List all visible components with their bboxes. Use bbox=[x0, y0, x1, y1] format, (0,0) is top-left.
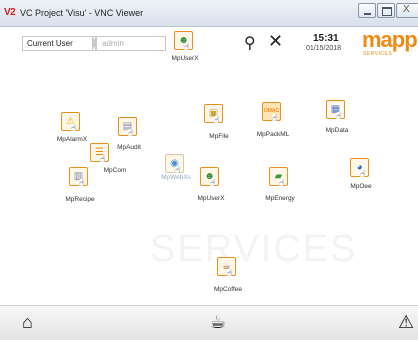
pointer-hand-icon: ☝ bbox=[128, 128, 134, 138]
tile-label: MpRecipe bbox=[65, 196, 95, 203]
tools-icon[interactable]: ✕ bbox=[268, 31, 283, 52]
close-button[interactable]: X bbox=[396, 3, 418, 18]
window-title-bar[interactable]: V2 VC Project 'Visu' - VNC Viewer X bbox=[0, 0, 418, 27]
tile-mpoee[interactable]: ◕ ☝ MpOee bbox=[326, 158, 396, 198]
pointer-hand-icon: ☝ bbox=[272, 113, 278, 123]
search-icon[interactable]: ⚲ bbox=[244, 33, 256, 53]
mapp-logo-subtext: SERVICES bbox=[363, 51, 393, 57]
pointer-hand-icon: ☝ bbox=[227, 268, 233, 278]
clock-time: 15:31 bbox=[313, 33, 339, 44]
tile-mpcoffee[interactable]: ☕ ☝ MpCoffee bbox=[193, 257, 263, 297]
tile-mpuserx[interactable]: ☻ ☝ MpUserX bbox=[176, 167, 246, 207]
current-user-label: Current User bbox=[22, 36, 96, 51]
pointer-hand-icon: ☝ bbox=[79, 178, 85, 188]
header-tile-mpuserx[interactable]: ☻ ☝ MpUserX bbox=[150, 31, 220, 71]
vnc-logo-icon: V2 bbox=[4, 7, 16, 18]
tile-label: MpUserX bbox=[171, 55, 199, 62]
tile-mprecipe[interactable]: ▥ ☝ MpRecipe bbox=[45, 167, 115, 207]
pointer-hand-icon: ☝ bbox=[184, 42, 190, 52]
tile-mpenergy[interactable]: ▰ ☝ MpEnergy bbox=[245, 167, 315, 207]
tile-label: MpCoffee bbox=[213, 286, 243, 293]
clock-date: 01/15/2018 bbox=[306, 45, 342, 52]
close-icon: X bbox=[403, 4, 410, 15]
pointer-hand-icon: ☝ bbox=[210, 178, 216, 188]
window-title: VC Project 'Visu' - VNC Viewer bbox=[20, 8, 144, 18]
pointer-hand-icon: ☝ bbox=[279, 178, 285, 188]
tile-label: MpAudit bbox=[117, 144, 141, 151]
pointer-hand-icon: ☝ bbox=[360, 169, 366, 179]
coffee-icon[interactable]: ☕ bbox=[210, 312, 226, 333]
minimize-button[interactable] bbox=[358, 3, 376, 18]
tile-mpdata[interactable]: ▦ ☝ MpData bbox=[302, 100, 372, 140]
mapp-logo: mapp bbox=[362, 27, 418, 52]
tile-label: MpPackML bbox=[256, 131, 290, 138]
maximize-button[interactable] bbox=[377, 3, 395, 18]
hmi-header: Current User admin ☻ ☝ MpUserX ⚲ ✕ 15:31… bbox=[0, 27, 418, 67]
tile-mppackml[interactable]: OMAC ☝ MpPackML bbox=[238, 102, 308, 142]
tile-label: MpData bbox=[325, 127, 349, 134]
home-icon[interactable]: ⌂ bbox=[22, 312, 33, 333]
footer-bar: ⌂ ☕ ⚠ bbox=[0, 305, 418, 340]
tile-mpaudit[interactable]: ▤ ☝ MpAudit bbox=[94, 117, 164, 157]
pointer-hand-icon: ☝ bbox=[71, 123, 77, 133]
tile-label: MpUserX bbox=[197, 195, 225, 202]
warning-icon[interactable]: ⚠ bbox=[398, 312, 414, 333]
pointer-hand-icon: ☝ bbox=[336, 111, 342, 121]
tile-label: MpOee bbox=[350, 183, 372, 190]
pointer-hand-icon: ☝ bbox=[214, 115, 220, 125]
tile-label: MpEnergy bbox=[265, 195, 295, 202]
